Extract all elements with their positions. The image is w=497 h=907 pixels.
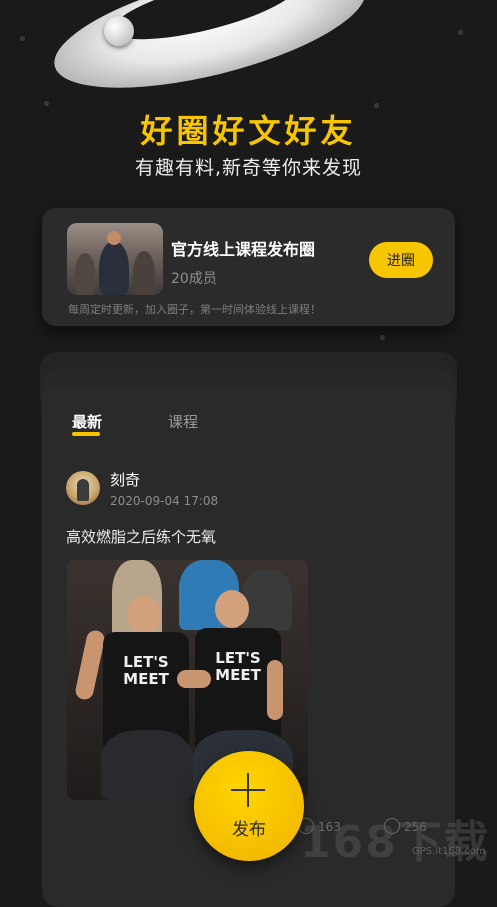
hero-subtitle: 有趣有料,新奇等你来发现 xyxy=(134,157,363,179)
circle-thumbnail xyxy=(67,223,163,295)
tab-course[interactable]: 课程 xyxy=(168,411,198,432)
author-avatar[interactable] xyxy=(66,471,100,505)
moon-ball xyxy=(104,16,134,46)
post-text[interactable]: 高效燃脂之后练个无氧 xyxy=(66,526,216,547)
post-timestamp: 2020-09-04 17:08 xyxy=(110,494,219,508)
plus-icon-vertical xyxy=(247,773,249,807)
star-dot xyxy=(380,335,385,340)
post-author[interactable]: 刻奇 xyxy=(110,469,140,490)
hero-title: 好圈好文好友 xyxy=(140,112,357,150)
planet-illustration xyxy=(40,0,377,113)
tab-latest[interactable]: 最新 xyxy=(72,411,102,432)
circle-name: 官方线上课程发布圈 xyxy=(171,240,316,259)
featured-circle-card[interactable]: 官方线上课程发布圈 20成员 进圈 每周定时更新，加入圈子，第一时间体验线上课程… xyxy=(42,208,455,326)
active-tab-indicator xyxy=(72,432,100,436)
join-circle-button[interactable]: 进圈 xyxy=(369,242,433,278)
circle-description: 每周定时更新，加入圈子，第一时间体验线上课程！ xyxy=(68,303,321,316)
publish-label: 发布 xyxy=(232,820,266,840)
watermark-logo: 168下载 xyxy=(300,817,490,868)
star-dot xyxy=(458,30,463,35)
publish-button[interactable]: 发布 xyxy=(194,751,304,861)
star-dot xyxy=(20,36,25,41)
circle-member-count: 20成员 xyxy=(171,271,217,287)
watermark-url: GPS.it168.com xyxy=(412,846,486,857)
